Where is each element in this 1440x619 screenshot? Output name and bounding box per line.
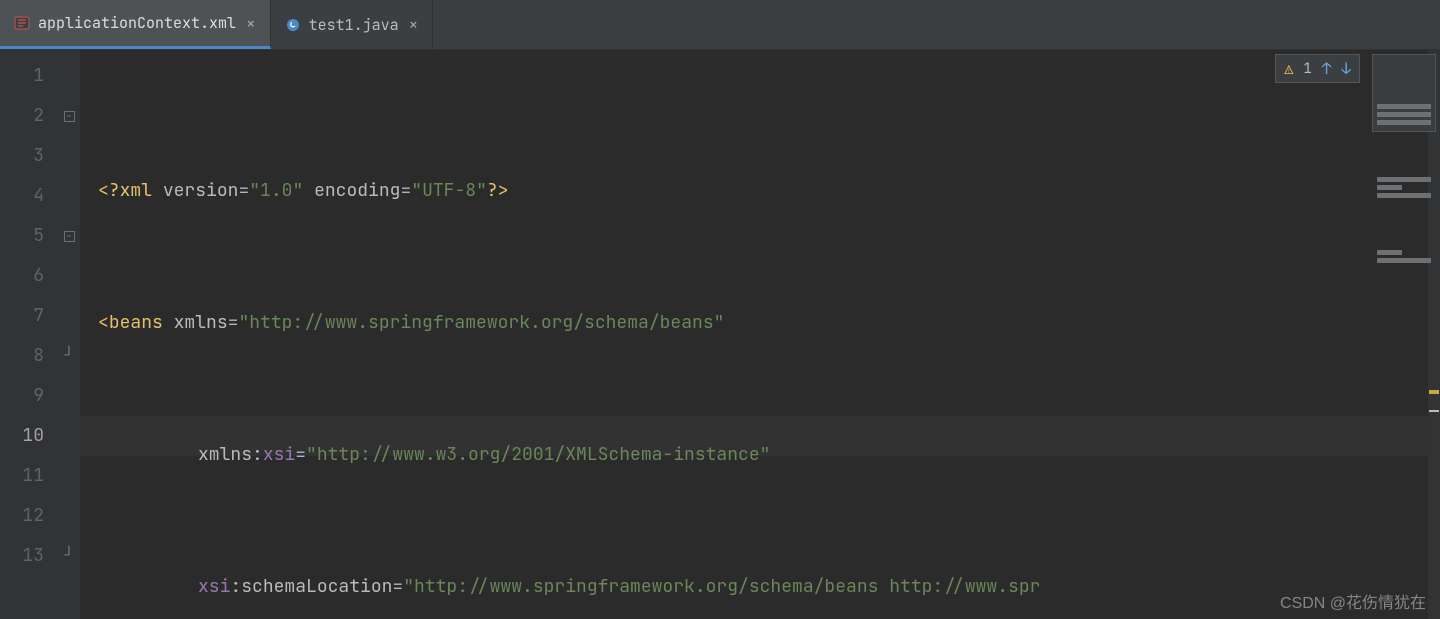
line-number: 8 bbox=[0, 336, 44, 376]
java-file-icon bbox=[285, 17, 301, 33]
code-line: <beans xmlns="http://www.springframework… bbox=[98, 303, 1440, 343]
line-number: 1 bbox=[0, 56, 44, 96]
watermark-text: CSDN @花伤情犹在 bbox=[1280, 589, 1426, 613]
line-number: 5 bbox=[0, 216, 44, 256]
prev-problem-icon[interactable]: ↑ bbox=[1322, 58, 1332, 79]
xml-file-icon bbox=[14, 15, 30, 31]
tab-label: test1.java bbox=[309, 15, 399, 35]
code-line: xmlns:xsi="http://www.w3.org/2001/XMLSch… bbox=[98, 435, 1440, 475]
line-number: 6 bbox=[0, 256, 44, 296]
editor-tabbar: applicationContext.xml × test1.java × bbox=[0, 0, 1440, 50]
close-icon[interactable]: × bbox=[407, 14, 421, 35]
code-line: <?xml version="1.0" encoding="UTF-8"?> bbox=[98, 171, 1440, 211]
code-editor[interactable]: 1 2 3 4 5 6 7 8 9 10 11 12 13 − − ┘ ┘ <?… bbox=[0, 50, 1440, 619]
line-number: 10 bbox=[0, 416, 44, 456]
caret-marker bbox=[1429, 410, 1439, 412]
line-number: 12 bbox=[0, 496, 44, 536]
warning-icon: ⚠ bbox=[1284, 59, 1293, 79]
code-line: xsi:schemaLocation="http://www.springfra… bbox=[98, 567, 1440, 607]
line-number: 3 bbox=[0, 136, 44, 176]
line-number: 2 bbox=[0, 96, 44, 136]
warning-marker[interactable] bbox=[1429, 390, 1439, 394]
line-number: 7 bbox=[0, 296, 44, 336]
warning-count: 1 bbox=[1303, 60, 1311, 78]
code-area[interactable]: <?xml version="1.0" encoding="UTF-8"?> <… bbox=[80, 50, 1440, 619]
code-minimap[interactable] bbox=[1372, 54, 1436, 132]
fold-toggle-icon[interactable]: − bbox=[58, 96, 80, 136]
fold-end-icon: ┘ bbox=[58, 536, 80, 576]
line-number-gutter: 1 2 3 4 5 6 7 8 9 10 11 12 13 bbox=[0, 50, 58, 619]
next-problem-icon[interactable]: ↓ bbox=[1341, 58, 1351, 79]
line-number: 11 bbox=[0, 456, 44, 496]
close-icon[interactable]: × bbox=[244, 13, 258, 34]
fold-toggle-icon[interactable]: − bbox=[58, 216, 80, 256]
tab-applicationcontext[interactable]: applicationContext.xml × bbox=[0, 0, 271, 49]
line-number: 13 bbox=[0, 536, 44, 576]
fold-gutter: − − ┘ ┘ bbox=[58, 50, 80, 619]
inspection-indicator[interactable]: ⚠ 1 ↑ ↓ bbox=[1275, 54, 1360, 83]
line-number: 4 bbox=[0, 176, 44, 216]
line-number: 9 bbox=[0, 376, 44, 416]
fold-end-icon: ┘ bbox=[58, 336, 80, 376]
tab-test1[interactable]: test1.java × bbox=[271, 0, 434, 49]
tab-label: applicationContext.xml bbox=[38, 13, 236, 33]
